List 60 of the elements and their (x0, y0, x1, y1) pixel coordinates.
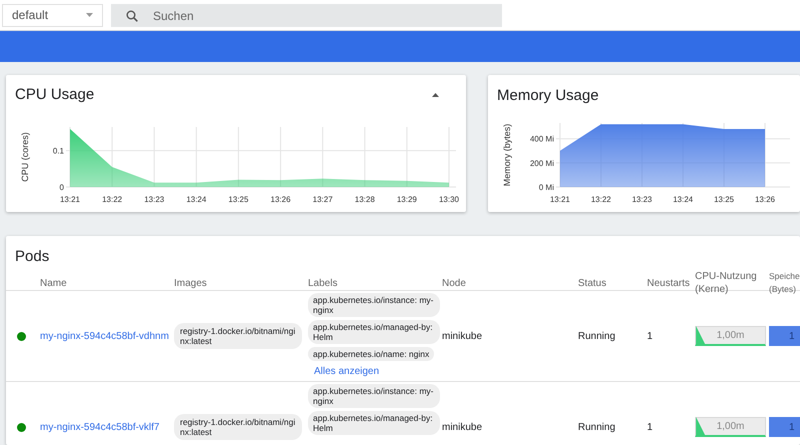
card-title: CPU Usage (15, 85, 94, 105)
x-tick-label: 13:24 (672, 195, 694, 204)
x-tick-label: 13:21 (60, 195, 80, 204)
pod-link[interactable]: my-nginx-594c4c58bf-vdhnm (40, 328, 174, 344)
y-tick-label: 0 Mi (538, 183, 554, 192)
x-tick-label: 13:29 (396, 195, 417, 204)
x-tick-label: 13:24 (186, 195, 206, 204)
image-chip: registry-1.docker.io/bitnami/nginx:latest (174, 323, 302, 349)
label-chip: app.kubernetes.io/managed-by: Helm (308, 411, 440, 435)
x-tick-label: 13:26 (754, 195, 776, 204)
label-chip: app.kubernetes.io/managed-by: Helm (308, 320, 440, 344)
x-tick-label: 13:23 (632, 195, 652, 204)
x-tick-label: 13:22 (590, 195, 612, 204)
restarts-cell-text: 1 (647, 420, 654, 434)
cpu-usage-bar: 1,00m (695, 417, 766, 437)
show-all-link[interactable]: Alles anzeigen (308, 364, 380, 379)
axis-title: CPU (cores) (20, 132, 30, 182)
dropdown-value: default (12, 7, 48, 24)
column-header: Images (174, 276, 208, 290)
column-header: Labels (308, 276, 338, 290)
memory-usage-bar: 1 (769, 417, 800, 437)
node-cell-text: minikube (442, 330, 484, 344)
x-tick-label: 13:25 (228, 195, 248, 204)
status-cell-text: Running (578, 420, 616, 434)
column-header: Speiche (Bytes) (769, 270, 800, 296)
y-tick-label: 0.1 (52, 146, 64, 156)
cpu-usage-bar: 1,00m (695, 326, 766, 346)
x-tick-label: 13:30 (438, 195, 460, 204)
x-tick-label: 13:22 (102, 195, 122, 204)
column-header: Status (578, 276, 608, 290)
y-tick-label: 0 (60, 183, 64, 192)
card-title: Pods (15, 248, 50, 265)
search-icon (126, 10, 138, 22)
x-tick-label: 13:25 (714, 195, 734, 204)
x-tick-label: 13:27 (312, 195, 333, 204)
column-header: Neustarts (647, 276, 691, 290)
image-chip: registry-1.docker.io/bitnami/nginx:latest (174, 414, 302, 440)
column-header: Name (40, 276, 68, 290)
label-chip: app.kubernetes.io/instance: my-nginx (308, 293, 440, 317)
y-tick-label: 400 Mi (530, 134, 554, 144)
caret-up-icon[interactable] (432, 93, 439, 98)
y-tick-label: 200 Mi (530, 158, 554, 168)
x-tick-label: 13:21 (550, 195, 570, 204)
caret-down-icon (86, 13, 93, 17)
x-tick-label: 13:28 (354, 195, 375, 204)
node-cell-text: minikube (442, 420, 484, 434)
label-chip: app.kubernetes.io/instance: my-nginx (308, 384, 440, 408)
x-tick-label: 13:23 (144, 195, 164, 204)
label-chip: app.kubernetes.io/name: nginx (308, 347, 434, 361)
status-cell-text: Running (578, 330, 616, 344)
column-header: CPU-Nutzung (Kerne) (695, 270, 758, 296)
column-header: Node (442, 276, 467, 290)
namespace-dropdown[interactable]: default (2, 4, 103, 26)
card-title: Memory Usage (497, 87, 599, 104)
axis-title: Memory (bytes) (502, 124, 512, 186)
search-field[interactable]: Suchen (111, 4, 502, 27)
memory-usage-bar: 1 (769, 326, 800, 346)
x-tick-label: 13:26 (270, 195, 291, 204)
restarts-cell-text: 1 (647, 330, 654, 344)
pod-link[interactable]: my-nginx-594c4c58bf-vklf7 (40, 420, 174, 434)
